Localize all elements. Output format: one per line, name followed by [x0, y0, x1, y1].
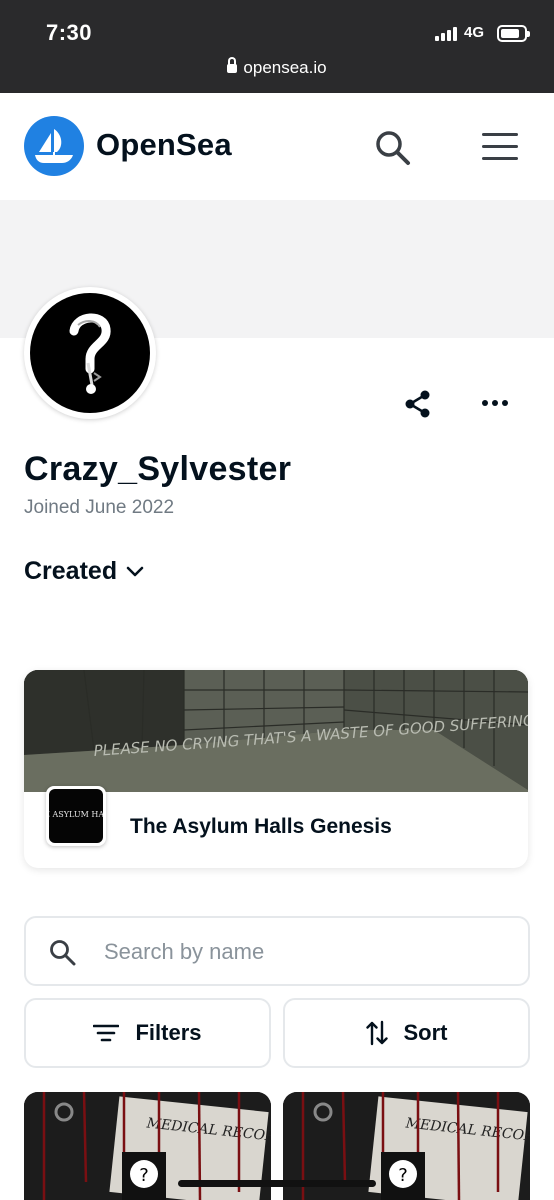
lock-icon	[227, 57, 238, 73]
profile-username: Crazy_Sylvester	[24, 450, 292, 488]
brand-name[interactable]: OpenSea	[96, 127, 232, 163]
collection-name: The Asylum Halls Genesis	[130, 815, 392, 838]
collection-card[interactable]: PLEASE NO CRYING THAT'S A WASTE OF GOOD …	[24, 670, 528, 868]
sort-arrows-icon	[365, 1020, 388, 1046]
site-header: OpenSea	[0, 93, 554, 200]
sort-button[interactable]: Sort	[283, 998, 530, 1068]
svg-text:?: ?	[139, 1165, 149, 1186]
network-label: 4G	[464, 24, 485, 41]
battery-icon	[497, 25, 530, 42]
search-icon	[50, 940, 76, 966]
created-tab-label: Created	[24, 557, 118, 585]
filter-lines-icon	[93, 1024, 120, 1042]
more-icon[interactable]	[479, 391, 511, 415]
opensea-logo-icon[interactable]	[24, 116, 84, 176]
created-tab-dropdown[interactable]: Created	[24, 557, 145, 586]
menu-icon[interactable]	[482, 133, 518, 161]
signal-icon	[435, 27, 457, 41]
joined-date: Joined June 2022	[24, 497, 175, 518]
filters-button[interactable]: Filters	[24, 998, 271, 1068]
search-by-name-field[interactable]	[24, 916, 530, 986]
search-icon[interactable]	[372, 127, 412, 167]
search-input[interactable]	[104, 932, 504, 972]
address-bar[interactable]: opensea.io	[0, 57, 554, 78]
share-icon[interactable]	[403, 389, 433, 419]
status-time: 7:30	[46, 20, 93, 45]
chevron-down-icon	[126, 566, 144, 576]
question-mark-avatar-icon	[30, 293, 150, 413]
sort-label: Sort	[403, 1020, 448, 1045]
collection-banner-image: PLEASE NO CRYING THAT'S A WASTE OF GOOD …	[24, 670, 528, 792]
home-indicator[interactable]	[178, 1180, 376, 1187]
thumbnail-caption: THE ASYLUM HALLS	[49, 810, 103, 819]
filters-label: Filters	[135, 1020, 202, 1045]
svg-text:?: ?	[398, 1165, 408, 1186]
collection-thumbnail: THE ASYLUM HALLS	[32, 786, 120, 846]
url-text: opensea.io	[243, 58, 327, 77]
avatar[interactable]	[24, 287, 156, 419]
status-bar: 7:30 4G opensea.io	[0, 0, 554, 93]
